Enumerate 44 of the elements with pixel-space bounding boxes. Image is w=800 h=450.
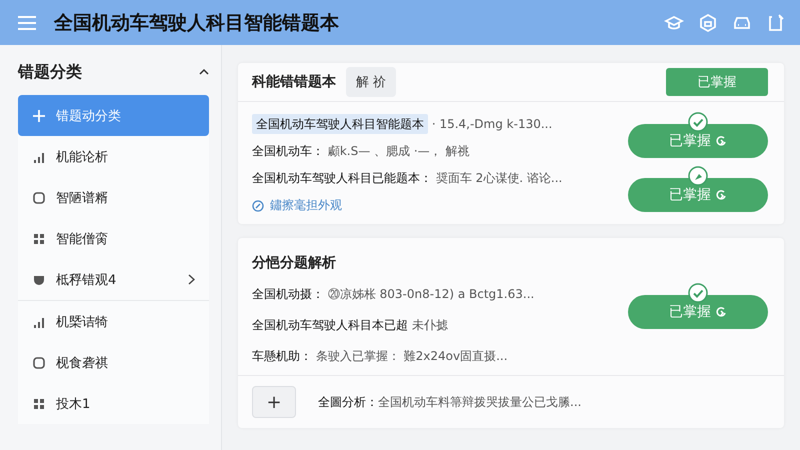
plus-icon <box>32 108 46 122</box>
sidebar-item[interactable]: 智陋谱糈 <box>18 177 209 218</box>
footer-text: 全国机动车料箒辩拨哭拔量公已戈縢... <box>378 394 582 408</box>
question-title: 车懸机助： <box>252 349 312 363</box>
question-text: 顣k.S— 、腮成 ·—， 解祧 <box>326 144 470 158</box>
card-title: 分悒分题解析 <box>252 254 337 272</box>
refresh-icon <box>715 189 727 201</box>
sidebar-item[interactable]: 枧食砻祺 <box>18 342 209 383</box>
refresh-icon <box>715 135 727 147</box>
menu-icon[interactable] <box>18 16 36 30</box>
category-icon <box>32 190 46 204</box>
question-title: 全国机动车驾驶人科目本已超 <box>252 318 408 332</box>
check-badge-icon <box>688 112 708 132</box>
question-text: ⑳凉姊枨 803-0n8-12) a Bctg1.63... <box>326 287 534 301</box>
category-icon <box>32 396 46 410</box>
question-text: 奨面车 2心谋使. 谘论... <box>434 171 562 185</box>
collapse-caret-icon[interactable] <box>199 68 209 76</box>
analysis-tab[interactable]: 解 祄 <box>346 67 396 97</box>
question-text: 未仆摅 <box>410 318 448 332</box>
question-title: 全国机动车驾驶人科目智能题本 <box>252 114 428 134</box>
question-title: 全国机动车驾驶人科目已能题本： <box>252 171 432 185</box>
question-title: 全国机动摄： <box>252 287 324 301</box>
sidebar-item[interactable]: 智能僧脔 <box>18 218 209 259</box>
category-icon <box>32 232 46 246</box>
footer-label: 全圖分析： <box>318 394 378 408</box>
card-title: 科能错错题本 <box>252 73 336 91</box>
exit-icon[interactable] <box>766 12 786 32</box>
question-title: 全国机动车： <box>252 144 324 158</box>
check-badge-icon <box>688 282 708 302</box>
sidebar-item[interactable]: 机能论析 <box>18 136 209 177</box>
question-text: 条驶入已掌握： 難2x24ov固直摄... <box>314 349 508 363</box>
hexagon-icon[interactable] <box>698 12 718 32</box>
sidebar-item[interactable]: 柢稃错观4 <box>18 259 209 300</box>
question-text: · 15.4,-Dmg k-130... <box>430 117 552 131</box>
view-link[interactable]: 鏽擦毫担外观 <box>252 197 628 214</box>
add-button[interactable]: + <box>252 386 296 418</box>
sidebar-item[interactable]: 投木1 <box>18 383 209 424</box>
compass-icon <box>252 200 264 212</box>
refresh-icon <box>715 306 727 318</box>
pin-badge-icon <box>688 166 708 186</box>
sidebar-item[interactable]: 机槩诘犄 <box>18 301 209 342</box>
category-icon <box>32 356 46 370</box>
sidebar-title: 错题分类 <box>18 62 82 82</box>
app-title: 全国机动车驾驶人科目智能错题本 <box>54 10 340 36</box>
